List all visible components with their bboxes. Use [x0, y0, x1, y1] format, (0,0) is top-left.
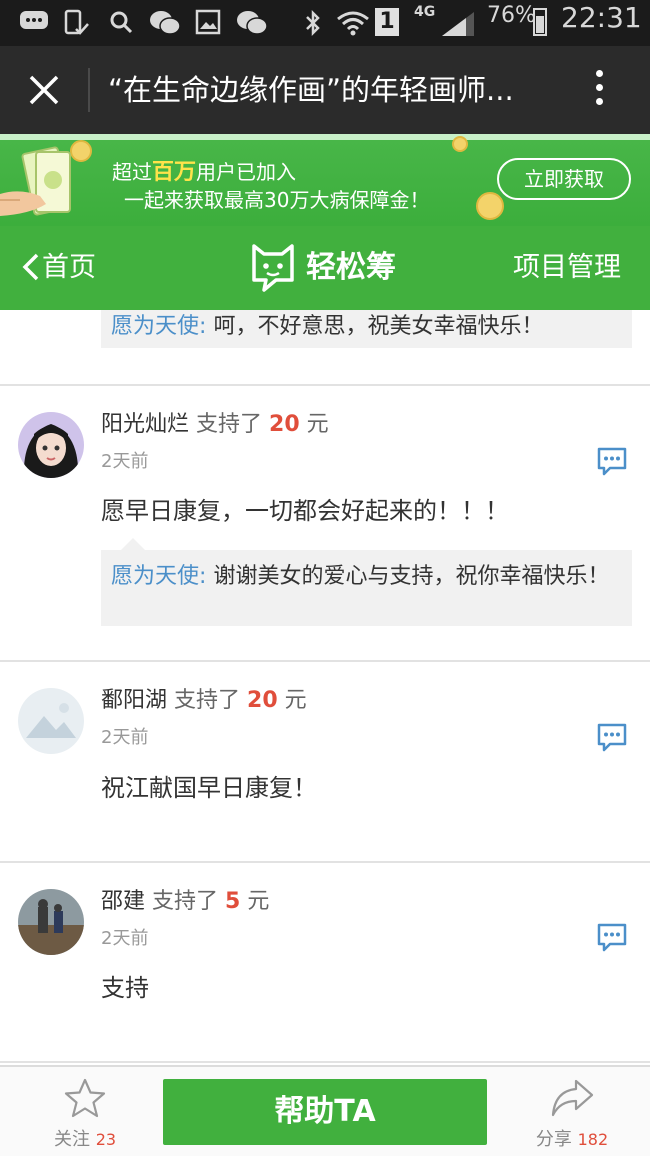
battery-icon	[533, 8, 547, 36]
brand-name: 轻松筹	[306, 250, 396, 285]
project-manage-link[interactable]: 项目管理	[513, 248, 621, 288]
follow-label: 关注	[53, 1129, 90, 1150]
home-label: 首页	[42, 252, 96, 283]
supporter-line: 阳光灿烂 支持了 20 元	[101, 412, 329, 437]
reply-text: 谢谢美女的爱心与支持，祝你幸福快乐！	[213, 564, 610, 589]
more-options-button[interactable]	[592, 70, 606, 114]
share-count: 182	[577, 1130, 609, 1149]
supporter-line: 鄱阳湖 支持了 20 元	[101, 688, 307, 713]
network-type: 4G	[414, 4, 436, 20]
battery-percentage: 76%	[487, 3, 536, 28]
timestamp: 2天前	[101, 727, 149, 748]
coin-decoration	[476, 192, 504, 220]
banner-headline: 超过百万用户已加入	[112, 160, 297, 185]
comment-icon[interactable]	[596, 722, 628, 752]
divider	[0, 384, 650, 386]
get-now-button[interactable]: 立即获取	[497, 158, 631, 200]
comment-icon[interactable]	[596, 446, 628, 476]
home-back-button[interactable]: 首页	[22, 248, 96, 288]
comment-icon[interactable]	[596, 922, 628, 952]
promo-banner[interactable]: 超过百万用户已加入 一起来获取最高30万大病保障金！ 立即获取	[0, 134, 650, 226]
wechat-icon	[148, 9, 182, 35]
supporter-line: 邵建 支持了 5 元	[101, 889, 270, 914]
signal-icon	[440, 10, 476, 36]
star-icon	[64, 1078, 106, 1118]
divider	[0, 1061, 650, 1063]
support-amount: 5	[225, 889, 241, 914]
divider	[0, 660, 650, 662]
sim-indicator: 1	[375, 8, 399, 36]
share-label: 分享	[535, 1129, 572, 1150]
support-amount: 20	[269, 412, 300, 437]
reply-box: 愿为天使: 谢谢美女的爱心与支持，祝你幸福快乐！	[101, 538, 632, 626]
chevron-left-icon	[22, 253, 39, 281]
site-nav-bar: 首页 轻松筹 项目管理	[0, 226, 650, 310]
chat-bubble-icon	[18, 9, 50, 35]
support-message: 支持	[101, 974, 149, 1002]
reply-author: 愿为天使	[111, 564, 200, 589]
banner-subline: 一起来获取最高30万大病保障金！	[124, 188, 430, 212]
divider	[0, 861, 650, 863]
support-message: 祝江献国早日康复！	[101, 774, 317, 802]
search-icon	[108, 9, 134, 35]
brand-logo: 轻松筹	[250, 242, 396, 294]
help-ta-button[interactable]: 帮助TA	[163, 1079, 487, 1145]
follow-count: 23	[95, 1130, 117, 1149]
support-message: 愿早日康复，一切都会好起来的！！！	[101, 497, 509, 525]
clock: 22:31	[561, 1, 642, 34]
bluetooth-icon	[304, 9, 322, 37]
share-button[interactable]: 分享 182	[522, 1077, 622, 1151]
page-title: “在生命边缘作画”的年轻画师...	[108, 73, 514, 107]
close-icon	[29, 75, 59, 105]
avatar[interactable]	[18, 688, 84, 754]
avatar[interactable]	[18, 412, 84, 478]
avatar[interactable]	[18, 889, 84, 955]
cat-logo-icon	[252, 244, 294, 292]
wifi-icon	[336, 9, 370, 36]
support-amount: 20	[247, 688, 278, 713]
supporter-name[interactable]: 阳光灿烂	[101, 412, 189, 437]
support-feed[interactable]: 愿为天使: 呵，不好意思，祝美女幸福快乐！ 阳光灿烂 支持了 20 元 2天前 …	[0, 310, 650, 1065]
reply-text: 呵，不好意思，祝美女幸福快乐！	[213, 314, 544, 339]
wechat-icon	[235, 9, 269, 35]
supporter-name[interactable]: 邵建	[101, 889, 145, 914]
share-arrow-icon	[551, 1079, 594, 1117]
coin-decoration	[452, 136, 468, 152]
timestamp: 2天前	[101, 928, 149, 949]
reply-box: 愿为天使: 呵，不好意思，祝美女幸福快乐！	[101, 310, 632, 348]
money-hand-icon	[0, 144, 100, 224]
timestamp: 2天前	[101, 451, 149, 472]
title-divider	[88, 68, 90, 112]
phone-check-icon	[62, 9, 90, 35]
status-bar: 1 4G 76% 22:31	[0, 0, 650, 46]
bottom-action-bar: 关注 23 帮助TA 分享 182	[0, 1065, 650, 1156]
supporter-name[interactable]: 鄱阳湖	[101, 688, 167, 713]
reply-author: 愿为天使	[111, 314, 200, 339]
image-icon	[195, 9, 221, 35]
close-button[interactable]	[26, 72, 62, 108]
webview-title-bar: “在生命边缘作画”的年轻画师...	[0, 46, 650, 134]
banner-highlight: 百万	[152, 160, 197, 185]
follow-button[interactable]: 关注 23	[40, 1077, 130, 1151]
